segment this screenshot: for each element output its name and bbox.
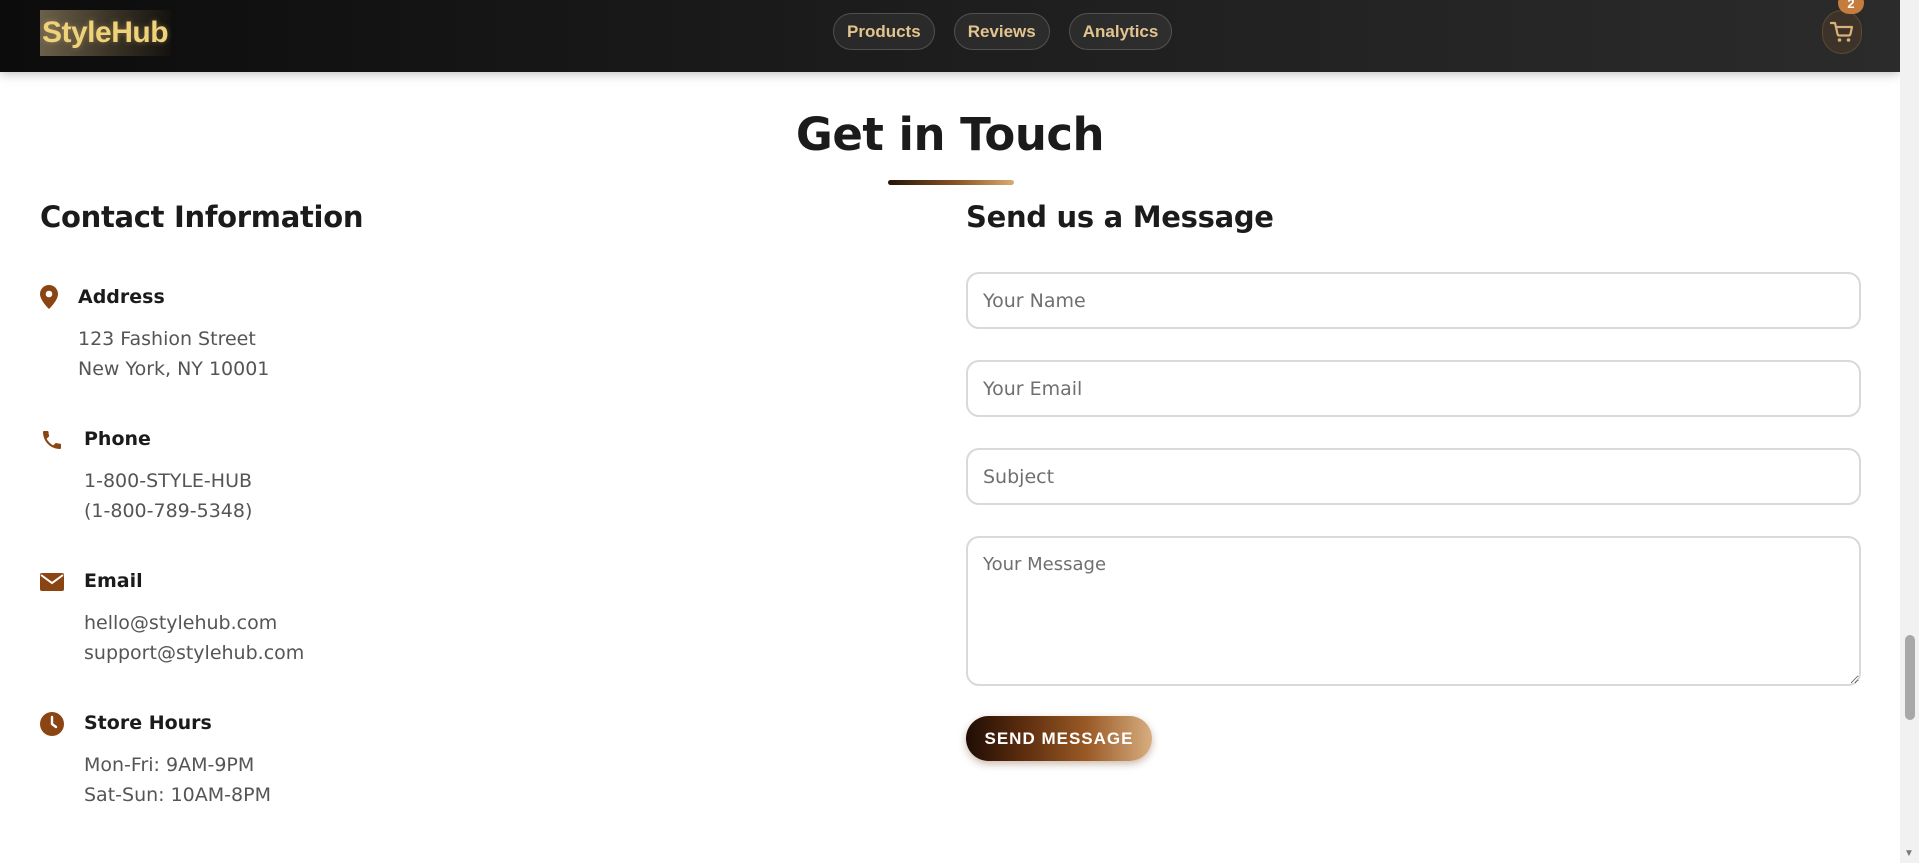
address-line-1: 123 Fashion Street bbox=[78, 328, 256, 350]
phone-line-1: 1-800-STYLE-HUB bbox=[84, 470, 253, 492]
name-input[interactable] bbox=[966, 272, 1861, 329]
cart-button[interactable] bbox=[1822, 10, 1862, 54]
store-hours-line-2: Sat-Sun: 10AM-8PM bbox=[84, 784, 271, 806]
email-label: Email bbox=[84, 570, 143, 592]
email-line-1: hello@stylehub.com bbox=[84, 612, 278, 634]
store-hours-line-1: Mon-Fri: 9AM-9PM bbox=[84, 754, 255, 776]
nav-link-reviews[interactable]: Reviews bbox=[953, 13, 1050, 50]
scroll-down-arrow-icon[interactable]: ▼ bbox=[1904, 849, 1914, 859]
phone-icon bbox=[43, 431, 61, 449]
top-navbar: StyleHub Products Reviews Analytics 2 bbox=[0, 0, 1900, 72]
message-form-heading: Send us a Message bbox=[966, 200, 1274, 234]
scrollbar-thumb[interactable] bbox=[1905, 635, 1915, 720]
address-label: Address bbox=[78, 286, 165, 308]
cart-count-badge: 2 bbox=[1838, 0, 1864, 14]
brand-logo[interactable]: StyleHub bbox=[40, 10, 171, 56]
send-message-button[interactable]: SEND MESSAGE bbox=[966, 716, 1152, 761]
nav-link-analytics[interactable]: Analytics bbox=[1068, 13, 1173, 50]
subject-input[interactable] bbox=[966, 448, 1861, 505]
phone-line-2: (1-800-789-5348) bbox=[84, 500, 253, 522]
email-line-2: support@stylehub.com bbox=[84, 642, 305, 664]
contact-info-heading: Contact Information bbox=[40, 200, 364, 234]
page-title: Get in Touch bbox=[795, 108, 1105, 161]
email-input[interactable] bbox=[966, 360, 1861, 417]
nav-link-products[interactable]: Products bbox=[833, 13, 935, 50]
address-line-2: New York, NY 10001 bbox=[78, 358, 270, 380]
message-textarea[interactable] bbox=[966, 536, 1861, 686]
shopping-cart-icon bbox=[1830, 21, 1854, 42]
nav-links: Products Reviews Analytics bbox=[833, 13, 1173, 50]
clock-icon bbox=[40, 712, 64, 736]
envelope-icon bbox=[40, 573, 64, 591]
store-hours-label: Store Hours bbox=[84, 712, 212, 734]
title-underline bbox=[888, 180, 1014, 185]
map-pin-icon bbox=[40, 285, 58, 309]
page-scrollbar[interactable] bbox=[1900, 0, 1919, 863]
phone-label: Phone bbox=[84, 428, 151, 450]
